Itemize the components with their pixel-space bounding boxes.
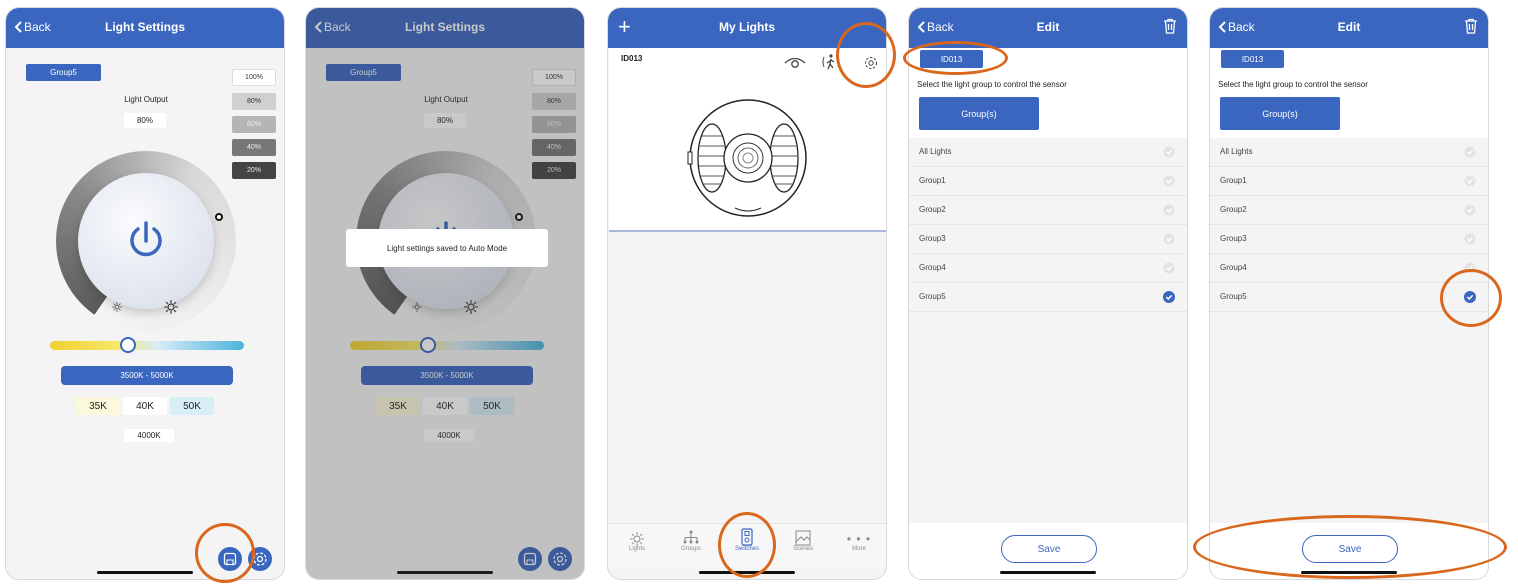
page-title: Light Settings (105, 20, 185, 34)
sun-small-icon (112, 302, 122, 312)
percent-20[interactable]: 20% (232, 162, 276, 179)
list-item[interactable]: All Lights (1210, 138, 1488, 167)
check-icon (1163, 204, 1175, 216)
groups-button[interactable]: Group(s) (1220, 97, 1340, 130)
list-item[interactable]: Group2 (909, 196, 1187, 225)
cct-preset-40k[interactable]: 40K (123, 397, 167, 415)
check-icon (1464, 233, 1476, 245)
check-icon (1163, 291, 1175, 303)
sensor-fixture-image (687, 99, 807, 217)
tab-label: Lights (628, 546, 645, 552)
group-chip[interactable]: Group5 (26, 64, 101, 81)
tab-lights[interactable]: Lights (612, 524, 662, 552)
percent-60[interactable]: 60% (232, 116, 276, 133)
more-icon: • • • (846, 532, 872, 546)
annotation-circle-save (195, 523, 255, 583)
list-item[interactable]: Group3 (1210, 225, 1488, 254)
home-indicator (97, 571, 193, 574)
tab-more[interactable]: • • • More (834, 524, 884, 552)
list-item[interactable]: Group1 (909, 167, 1187, 196)
list-item[interactable]: Group1 (1210, 167, 1488, 196)
home-indicator (1000, 571, 1096, 574)
annotation-circle-id-chip (903, 41, 1008, 75)
list-item-selected[interactable]: Group5 (909, 283, 1187, 312)
nav-bar: Back Light Settings (6, 8, 284, 48)
percent-100[interactable]: 100% (232, 69, 276, 86)
check-icon (1464, 175, 1476, 187)
tab-groups[interactable]: Groups (666, 524, 716, 552)
trash-icon[interactable] (1163, 18, 1177, 34)
power-icon[interactable] (126, 219, 166, 261)
annotation-circle-group5-check (1440, 269, 1502, 327)
device-id: ID013 (621, 54, 643, 63)
dim-overlay (306, 8, 584, 579)
annotation-ellipse-save (1193, 515, 1507, 579)
list-item[interactable]: Group3 (909, 225, 1187, 254)
cct-slider[interactable] (50, 341, 244, 350)
tab-label: Groups (681, 546, 701, 552)
check-icon (1163, 262, 1175, 274)
screen-edit-select: Back Edit ID013 Select the light group t… (908, 7, 1188, 580)
light-output-value: 80% (124, 113, 166, 128)
scenes-icon (795, 530, 811, 546)
screen-my-lights: + My Lights ID013 Lights Groups Switches… (607, 7, 887, 580)
percent-80[interactable]: 80% (232, 93, 276, 110)
light-output-label: Light Output (124, 95, 168, 104)
eye-icon[interactable] (784, 56, 806, 70)
tab-label: More (852, 546, 866, 552)
instruction-text: Select the light group to control the se… (917, 80, 1067, 89)
tab-scenes[interactable]: Scenes (778, 524, 828, 552)
cct-preset-35k[interactable]: 35K (76, 397, 120, 415)
percent-40[interactable]: 40% (232, 139, 276, 156)
annotation-circle-gear (836, 22, 896, 88)
check-icon (1163, 146, 1175, 158)
check-icon (1163, 175, 1175, 187)
brightness-dial[interactable] (56, 151, 236, 331)
cct-range-button[interactable]: 3500K - 5000K (61, 366, 233, 385)
list-item[interactable]: Group4 (909, 254, 1187, 283)
list-item[interactable]: Group2 (1210, 196, 1488, 225)
check-icon (1464, 146, 1476, 158)
light-icon (630, 532, 644, 546)
sun-large-icon (164, 300, 178, 314)
list-item[interactable]: All Lights (909, 138, 1187, 167)
cct-value: 4000K (124, 429, 174, 442)
dial-handle[interactable] (215, 213, 223, 221)
nav-bar: Back Edit (1210, 8, 1488, 48)
instruction-text: Select the light group to control the se… (1218, 80, 1368, 89)
screen-light-settings-saved: Back Light Settings Group5 100% 80% 60% … (305, 7, 585, 580)
check-icon (1464, 204, 1476, 216)
cct-preset-50k[interactable]: 50K (170, 397, 214, 415)
cct-slider-thumb[interactable] (120, 337, 136, 353)
save-button[interactable]: Save (1001, 535, 1097, 563)
toast-message: Light settings saved to Auto Mode (346, 229, 548, 267)
page-title: Edit (1337, 20, 1361, 34)
id-chip[interactable]: ID013 (1221, 50, 1284, 68)
groups-icon (683, 530, 699, 544)
trash-icon[interactable] (1464, 18, 1478, 34)
check-icon (1163, 233, 1175, 245)
annotation-circle-switches-tab (718, 512, 776, 578)
page-title: Edit (1036, 20, 1060, 34)
groups-button[interactable]: Group(s) (919, 97, 1039, 130)
screen-light-settings: Back Light Settings Group5 100% 80% 60% … (5, 7, 285, 580)
tab-label: Scenes (792, 546, 813, 552)
